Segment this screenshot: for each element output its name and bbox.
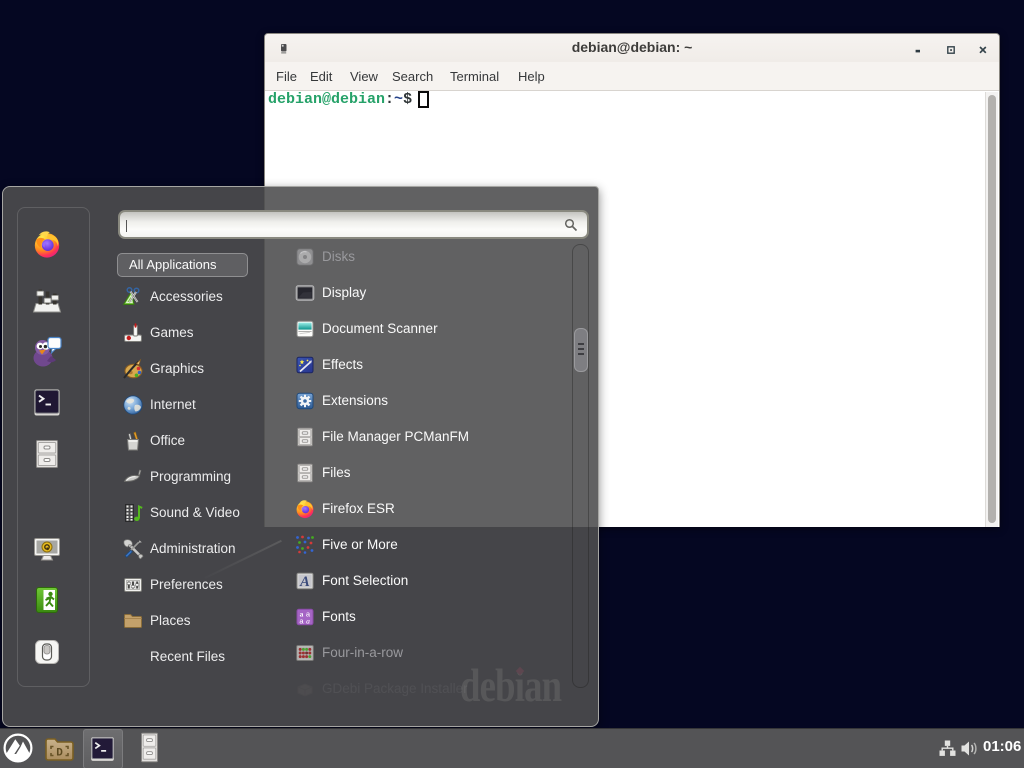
svg-text:a: a [306, 616, 310, 625]
svg-text:D: D [56, 748, 63, 760]
svg-text:A: A [299, 574, 310, 590]
